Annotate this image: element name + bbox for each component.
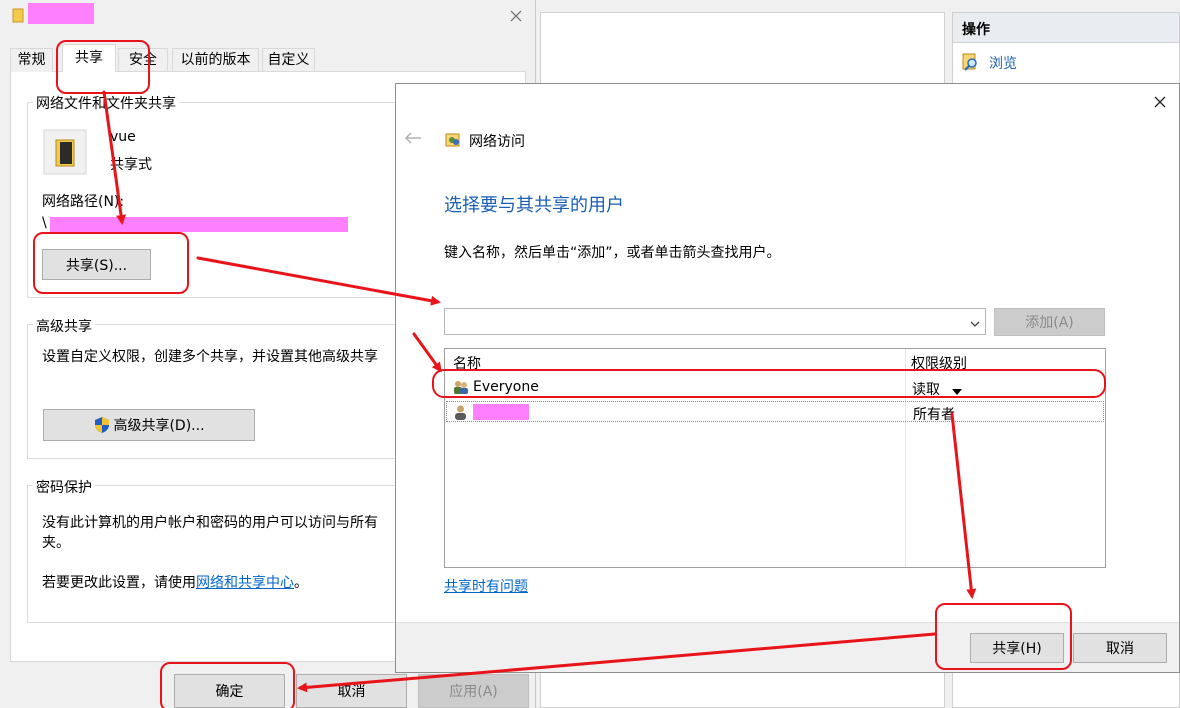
arrow-share-button-to-combobox <box>196 256 441 306</box>
arrow-tab-to-share-button <box>102 90 126 225</box>
arrow-to-everyone-row <box>412 332 442 373</box>
arrow-share-confirm-to-ok <box>297 632 937 693</box>
arrow-owner-to-share-confirm <box>950 412 977 599</box>
annotation-arrows <box>102 90 977 693</box>
